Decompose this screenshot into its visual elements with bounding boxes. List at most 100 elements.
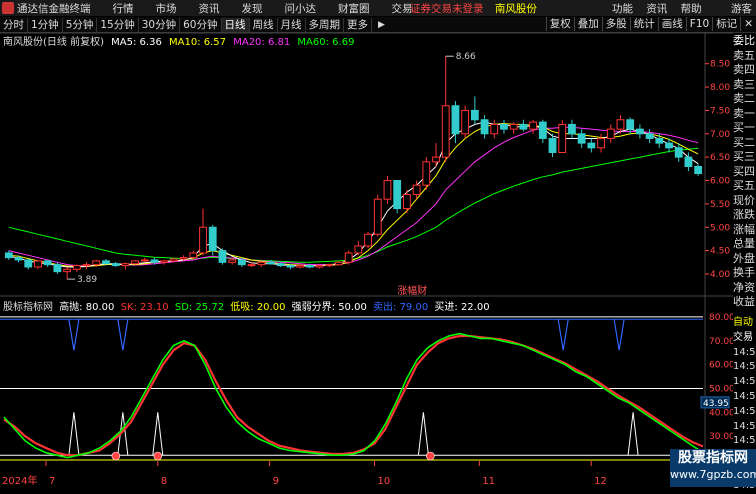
price-tick-label: 8.00 [710,83,730,93]
price-tick-label: 8.50 [710,60,730,70]
legend-strength-divide: 强弱分界: 50.00 [291,302,367,313]
legend-high-sell: 高抛: 80.00 [59,302,115,313]
candle-body [519,123,528,130]
orderbook-row: 卖一 [733,106,755,120]
candle-body [267,261,275,265]
trade-row: 14:50 [733,361,756,373]
orderbook-row: 买二 [733,135,755,149]
candle-body [325,264,334,267]
orderbook-row: 涨幅 [733,222,755,236]
trade-row: 14:50 [733,435,756,447]
chart-title: 南风股份(日线 前复权) [3,37,104,48]
candle-body [189,252,198,259]
candle-body [305,265,314,268]
candle-body [422,161,431,186]
buy-dot-marker [426,451,435,461]
price-tick-label: 7.50 [710,106,730,116]
candle-body [218,250,227,263]
high-price-label: 8.66 [456,52,476,62]
orderbook-row: 买四 [733,164,755,178]
buy-signal-spike [152,412,164,456]
ma60-legend: MA60: 6.69 [297,37,355,48]
candle-body [393,180,402,210]
candle-body [53,264,62,273]
candle-body [645,133,654,139]
indicator-legend: 股标指标网 高抛: 80.00 SK: 23.10 SD: 25.72 低吸: … [3,298,490,313]
trade-row: 14:50 [733,376,756,388]
orderbook-row: 买三 [733,150,755,163]
indicator-tick-label: 30.00 [709,432,733,442]
date-month-label: 10 [377,476,390,487]
guest-user[interactable]: 游客 [731,3,752,15]
candle-body [500,123,508,130]
candle-body [665,142,673,149]
legend-buy: 买进: 22.00 [434,302,490,313]
boost-label: 涨幅财 [397,284,427,297]
sell-signal-dip [557,319,569,351]
orderbook-row: 卖二 [733,92,755,105]
buy-signal-spike [417,412,429,456]
candle-body [92,260,101,266]
kline-chart[interactable]: 8.50 8.00 7.50 7.00 6.50 6.00 5.50 5.00 4.50 4.00… [0,0,733,487]
candle-body [402,194,411,210]
buy-dot-marker [153,451,163,461]
watermark-url: www.7gpzb.com [670,468,756,481]
orderbook-row: 换手 [733,266,755,279]
candle-body [34,260,42,268]
candle-body [548,137,557,153]
candle-body [412,184,421,196]
indicator-tick-label: 50.00 [709,384,733,394]
indicator-name: 股标指标网 [3,302,53,313]
date-month-label: 11 [482,476,495,487]
candle-body [208,226,217,252]
candle-body [150,259,159,263]
candle-body [63,268,72,273]
candle-body [441,105,450,158]
candle-body [568,123,576,135]
candle-body [228,259,237,263]
chart-legend: 南风股份(日线 前复权) MA5: 6.36 MA10: 6.57 MA20: … [3,33,354,48]
candle-body [344,252,353,263]
candle-body [199,226,207,254]
price-tick-label: 5.00 [710,223,730,233]
candle-body [587,142,596,149]
price-tick-label: 6.50 [710,153,730,163]
trade-row: 14:50 [733,390,756,402]
price-tick-label: 4.00 [710,270,730,280]
buy-signal-spike [68,412,80,456]
candle-body [4,252,13,259]
candle-body [655,137,664,144]
orderbook-row: 收益 [733,295,755,308]
candle-body [364,233,372,247]
orderbook-row: 涨跌 [733,208,755,221]
candle-body [131,260,139,265]
sell-signal-dip [613,319,625,351]
candle-body [315,265,324,268]
ma10-legend: MA10: 6.57 [169,37,227,48]
candle-body [626,119,635,130]
candle-body [470,109,479,121]
trade-row: 14:50 [733,346,756,358]
orderbook-row: 卖三 [733,77,755,91]
candle-body [82,264,91,267]
watermark-title: 股票指标网 [678,450,748,466]
watermark: 股票指标网 www.7gpzb.com [670,449,756,487]
legend-low-buy: 低吸: 20.00 [230,302,286,313]
candle-body [102,260,110,265]
orderbook-row: 外盘 [733,251,755,265]
order-book-panel: 委比 卖五 卖四 卖三 卖二 卖一 买一 买二 买三 买四 买五 现价 涨跌 涨幅 总量 外盘 换手 净资 收益 [733,34,756,310]
sell-signal-dip [117,319,129,351]
date-month-label: 8 [161,476,167,487]
candle-body [111,263,120,267]
candle-body [674,147,683,158]
candle-body [247,264,256,267]
ma-line-ma60 [8,147,699,263]
low-price-label: 3.89 [77,275,97,285]
orderbook-row: 卖四 [733,63,755,76]
candle-body [335,261,343,266]
indicator-tick-label: 60.00 [709,361,733,371]
indicator-tick-label: 80.00 [709,313,733,323]
date-month-label: 12 [594,476,607,487]
candle-body [558,123,567,153]
close-icon[interactable]: ✕ [740,17,756,31]
